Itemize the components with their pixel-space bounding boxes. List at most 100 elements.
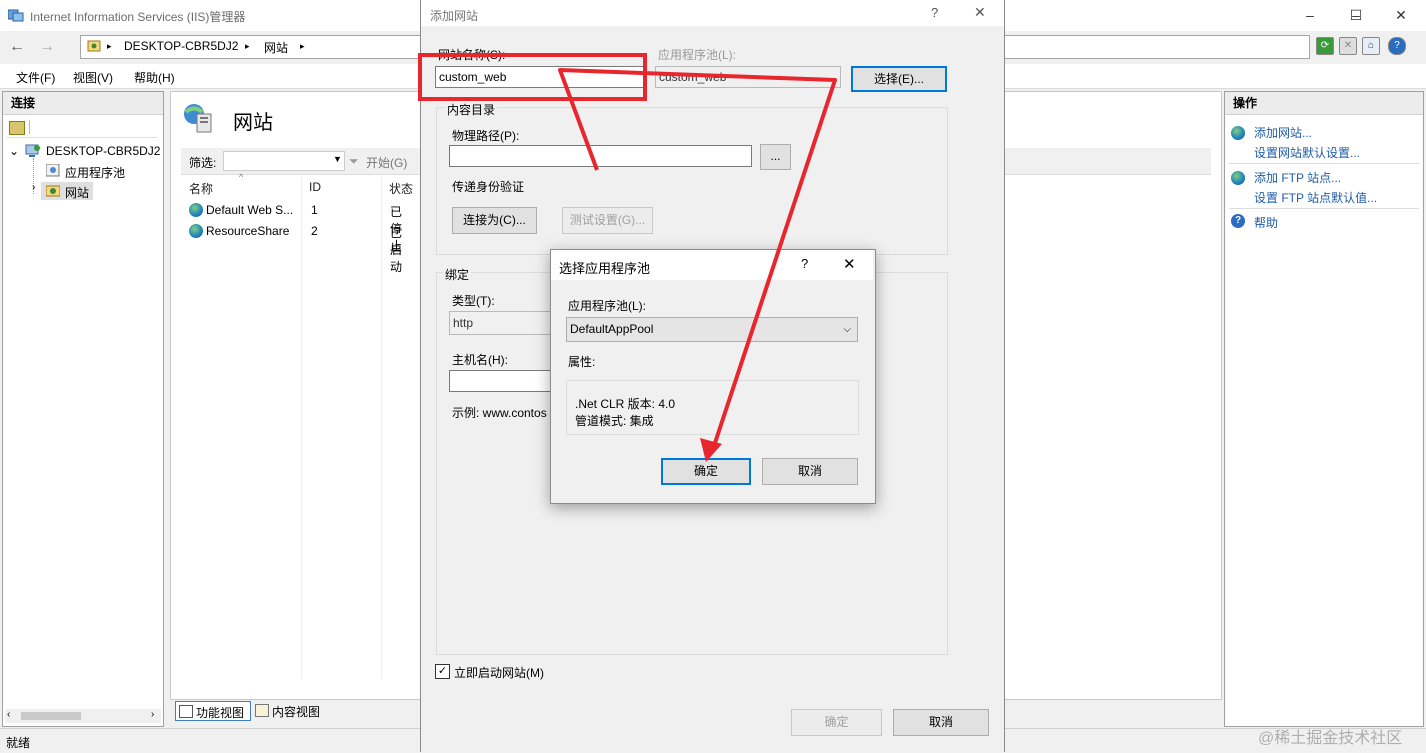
select-pool-cancel-button[interactable]: 取消 bbox=[762, 458, 858, 485]
select-pool-title: 选择应用程序池 bbox=[559, 261, 651, 276]
minimize-window-button[interactable]: – bbox=[1287, 0, 1333, 31]
action-add-website[interactable]: 添加网站... bbox=[1254, 124, 1312, 141]
physical-path-input[interactable] bbox=[449, 145, 752, 167]
column-header-id[interactable]: ID bbox=[309, 180, 321, 194]
action-ftp-defaults[interactable]: 设置 FTP 站点默认值... bbox=[1254, 189, 1377, 206]
select-pool-ok-button[interactable]: 确定 bbox=[661, 458, 751, 485]
globe-icon bbox=[189, 203, 203, 217]
add-site-icon bbox=[1231, 126, 1245, 140]
add-site-ok-button[interactable]: 确定 bbox=[791, 709, 882, 736]
stop-icon[interactable]: ✕ bbox=[1339, 37, 1357, 55]
features-view-icon bbox=[179, 705, 193, 718]
add-site-cancel-button[interactable]: 取消 bbox=[893, 709, 989, 736]
host-name-input[interactable] bbox=[449, 370, 559, 392]
refresh-icon[interactable]: ⟳ bbox=[1316, 37, 1334, 55]
close-window-button[interactable]: ✕ bbox=[1378, 0, 1424, 31]
physical-path-label: 物理路径(P): bbox=[452, 129, 520, 143]
back-button[interactable]: ← bbox=[6, 36, 28, 58]
sites-folder-icon bbox=[45, 184, 61, 197]
tab-features-view-label: 功能视图 bbox=[196, 706, 245, 720]
connections-panel: 连接 ⌄ DESKTOP-CBR5DJ2 应用程序池 › 网站 ‹ › bbox=[2, 91, 164, 727]
toolbar-divider bbox=[29, 120, 30, 134]
connect-as-button[interactable]: 连接为(C)... bbox=[452, 207, 537, 234]
app-pool-select-value: DefaultAppPool bbox=[570, 322, 654, 336]
pass-through-auth-label: 传递身份验证 bbox=[452, 180, 525, 194]
scroll-left-icon[interactable]: ‹ bbox=[7, 709, 10, 720]
globe-icon bbox=[189, 224, 203, 238]
tree-expander-icon[interactable]: ⌄ bbox=[9, 144, 19, 158]
scroll-right-icon[interactable]: › bbox=[151, 709, 154, 720]
site-name-cell: ResourceShare bbox=[206, 224, 290, 238]
select-pool-close-button[interactable]: ✕ bbox=[843, 255, 856, 273]
watermark: @稀土掘金技术社区 bbox=[1258, 730, 1403, 747]
clr-version-text: .Net CLR 版本: 4.0 bbox=[575, 397, 676, 411]
select-app-pool-dialog: 选择应用程序池 ? ✕ 应用程序池(L): DefaultAppPool ⌵ 属… bbox=[550, 249, 876, 504]
maximize-window-button[interactable]: ☐ bbox=[1333, 0, 1379, 31]
site-id-cell: 1 bbox=[311, 203, 318, 217]
breadcrumb-separator-icon: ▸ bbox=[245, 41, 250, 51]
app-pool-icon bbox=[45, 163, 60, 177]
add-site-close-button[interactable]: ✕ bbox=[974, 4, 986, 21]
column-divider bbox=[301, 178, 302, 678]
select-pool-help-button[interactable]: ? bbox=[801, 256, 808, 271]
binding-label: 绑定 bbox=[443, 266, 472, 283]
add-site-titlebar bbox=[421, 0, 1004, 26]
tree-item-server[interactable]: DESKTOP-CBR5DJ2 bbox=[46, 144, 160, 158]
sites-large-icon bbox=[181, 102, 217, 137]
forward-button[interactable]: → bbox=[36, 36, 58, 58]
actions-divider bbox=[1229, 208, 1419, 209]
breadcrumb-sites[interactable]: 网站 bbox=[264, 39, 288, 56]
site-status-cell: 已启动 bbox=[390, 226, 403, 274]
connections-header: 连接 bbox=[3, 92, 163, 115]
computer-icon bbox=[25, 144, 41, 158]
binding-type-select[interactable]: http bbox=[449, 311, 559, 335]
column-header-name[interactable]: 名称 bbox=[189, 180, 213, 197]
menu-file[interactable]: 文件(F) bbox=[16, 69, 55, 86]
app-pool-field: custom_web bbox=[655, 66, 841, 88]
tab-features-view[interactable]: 功能视图 bbox=[175, 701, 251, 721]
site-name-input[interactable]: custom_web bbox=[435, 66, 645, 88]
start-filter-button[interactable]: 开始(G) bbox=[366, 154, 407, 171]
start-immediately-checkbox[interactable]: ✓ bbox=[435, 664, 450, 679]
breadcrumb-separator-icon: ▸ bbox=[300, 41, 305, 51]
action-site-defaults[interactable]: 设置网站默认设置... bbox=[1254, 144, 1360, 161]
sort-asc-icon: ^ bbox=[239, 172, 244, 182]
app-pool-select[interactable]: DefaultAppPool ⌵ bbox=[566, 317, 858, 342]
app-pool-label: 应用程序池(L): bbox=[658, 48, 737, 62]
home-icon[interactable]: ⌂ bbox=[1362, 37, 1380, 55]
action-help[interactable]: 帮助 bbox=[1254, 214, 1278, 231]
filter-input[interactable] bbox=[223, 151, 345, 171]
action-add-ftp[interactable]: 添加 FTP 站点... bbox=[1254, 169, 1341, 186]
tree-collapse-icon[interactable]: › bbox=[32, 182, 35, 193]
window-title: Internet Information Services (IIS)管理器 bbox=[30, 10, 246, 24]
properties-box: .Net CLR 版本: 4.0 管道模式: 集成 bbox=[566, 380, 859, 435]
breadcrumb-separator-icon: ▸ bbox=[107, 41, 112, 51]
filter-label: 筛选: bbox=[189, 156, 217, 170]
column-header-status[interactable]: 状态 bbox=[389, 180, 413, 197]
browse-button[interactable]: ... bbox=[760, 144, 791, 170]
add-site-title: 添加网站 bbox=[430, 9, 479, 23]
site-id-cell: 2 bbox=[311, 224, 318, 238]
help-icon[interactable]: ? bbox=[1388, 37, 1406, 55]
content-directory-label: 内容目录 bbox=[445, 101, 498, 118]
add-site-help-button[interactable]: ? bbox=[931, 5, 938, 20]
actions-header: 操作 bbox=[1225, 92, 1423, 115]
site-name-label: 网站名称(S): bbox=[438, 48, 506, 62]
properties-label: 属性: bbox=[568, 355, 596, 369]
tab-content-view[interactable]: 内容视图 bbox=[254, 701, 344, 719]
select-app-pool-button[interactable]: 选择(E)... bbox=[851, 66, 947, 92]
connections-hscroll[interactable]: ‹ › bbox=[5, 709, 161, 723]
tree-item-sites[interactable]: 网站 bbox=[65, 184, 89, 201]
actions-panel: 操作 添加网站... 设置网站默认设置... 添加 FTP 站点... 设置 F… bbox=[1224, 91, 1424, 727]
column-divider bbox=[381, 178, 382, 678]
breadcrumb-server[interactable]: DESKTOP-CBR5DJ2 bbox=[124, 39, 238, 53]
menu-view[interactable]: 视图(V) bbox=[73, 69, 113, 86]
menu-help[interactable]: 帮助(H) bbox=[134, 69, 175, 86]
tree-item-app-pools[interactable]: 应用程序池 bbox=[65, 164, 125, 181]
connect-icon[interactable] bbox=[9, 121, 25, 135]
filter-dropdown-icon[interactable]: ▼ bbox=[333, 154, 342, 164]
test-settings-button[interactable]: 测试设置(G)... bbox=[562, 207, 653, 234]
connections-toolbar bbox=[7, 119, 157, 138]
scroll-thumb[interactable] bbox=[21, 712, 81, 720]
pool-label: 应用程序池(L): bbox=[568, 299, 647, 313]
